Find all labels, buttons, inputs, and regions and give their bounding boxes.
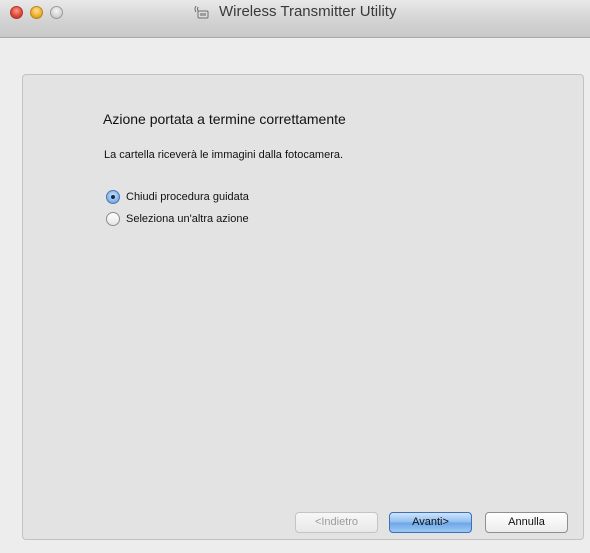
back-button[interactable]: <Indietro — [295, 512, 378, 533]
option-select-another-action[interactable]: Seleziona un'altra azione — [106, 211, 249, 227]
title-bar[interactable]: Wireless Transmitter Utility — [0, 0, 590, 38]
window-title-group: Wireless Transmitter Utility — [0, 0, 590, 24]
option-label: Seleziona un'altra azione — [126, 213, 249, 225]
next-button[interactable]: Avanti> — [389, 512, 472, 533]
wireless-transmitter-icon — [194, 4, 210, 19]
cancel-button[interactable]: Annulla — [485, 512, 568, 533]
status-message: La cartella riceverà le immagini dalla f… — [104, 149, 344, 161]
window-title: Wireless Transmitter Utility — [218, 3, 397, 20]
content-panel — [22, 74, 584, 540]
radio-close-wizard[interactable] — [106, 190, 120, 204]
page-title: Azione portata a termine correttamente — [103, 111, 346, 127]
app-window: Wireless Transmitter Utility Azione port… — [0, 0, 590, 553]
option-close-wizard[interactable]: Chiudi procedura guidata — [106, 189, 249, 205]
option-label: Chiudi procedura guidata — [126, 191, 249, 203]
radio-select-another-action[interactable] — [106, 212, 120, 226]
